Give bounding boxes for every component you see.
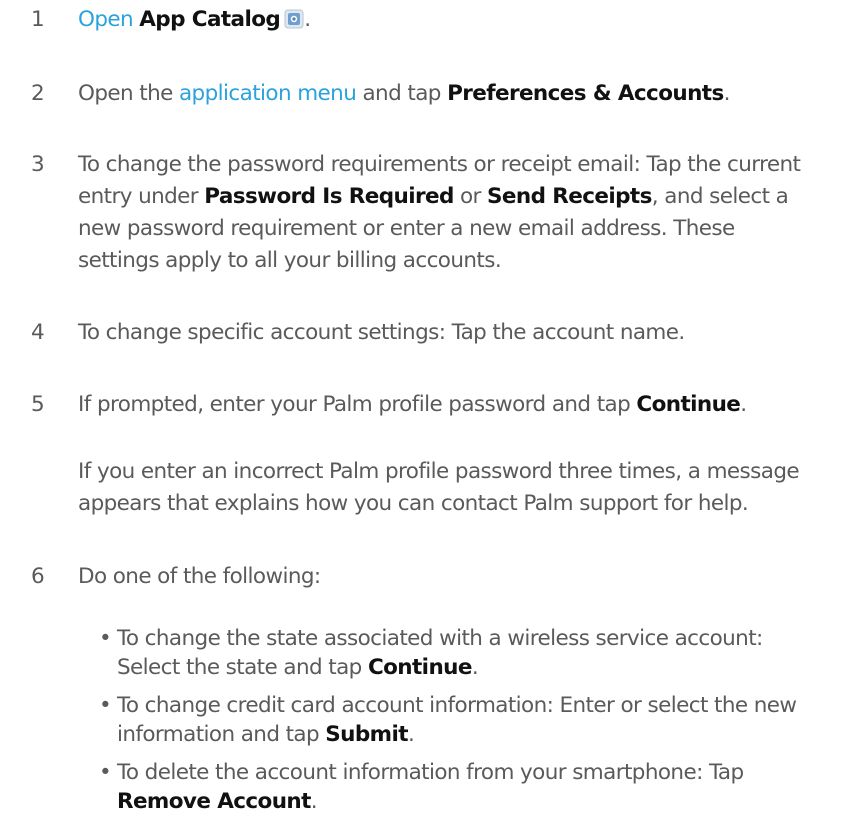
step-number: 2: [31, 81, 45, 106]
step-number: 3: [31, 152, 45, 177]
step-number: 1: [31, 7, 45, 32]
preferences-accounts-label: Preferences & Accounts: [447, 81, 724, 106]
list-item: • To change the state associated with a …: [99, 626, 763, 680]
bullet-icon: •: [99, 760, 112, 785]
step-text: To change specific account settings: Tap…: [78, 320, 685, 345]
app-catalog-icon: [284, 9, 304, 29]
bullet-icon: •: [99, 626, 112, 651]
step-text: To change the password requirements or r…: [78, 152, 801, 273]
step-text: If prompted, enter your Palm profile pas…: [78, 392, 747, 417]
open-link[interactable]: Open: [78, 7, 134, 32]
continue-label: Continue: [636, 392, 741, 417]
step-text: Do one of the following:: [78, 564, 321, 589]
list-item: • To delete the account information from…: [99, 760, 744, 814]
step-number: 6: [31, 564, 45, 589]
send-receipts-label: Send Receipts: [487, 184, 652, 209]
submit-label: Submit: [325, 722, 408, 747]
step-number: 4: [31, 320, 45, 345]
bullet-icon: •: [99, 693, 112, 718]
app-catalog-label: App Catalog: [139, 7, 281, 32]
note-text: If you enter an incorrect Palm profile p…: [78, 459, 800, 516]
step-number: 5: [31, 392, 45, 417]
continue-label: Continue: [367, 655, 473, 680]
remove-account-label: Remove Account: [117, 789, 311, 814]
step-text: Open the application menu and tap Prefer…: [78, 81, 731, 106]
password-is-required-label: Password Is Required: [204, 184, 454, 209]
step-text: Open App Catalog.: [78, 7, 311, 32]
document-page: 1 Open App Catalog. 2 Open the applicati…: [0, 0, 850, 814]
application-menu-link[interactable]: application menu: [179, 81, 357, 106]
list-item: • To change credit card account informat…: [99, 693, 797, 747]
